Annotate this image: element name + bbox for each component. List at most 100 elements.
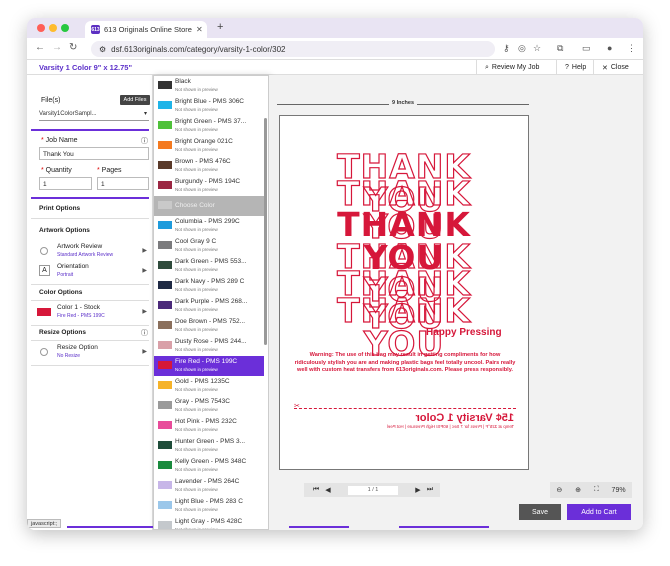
eye-off-icon[interactable]: ◎ (518, 43, 526, 54)
color-option-label: Doe Brown - PMS 752... (175, 318, 246, 325)
divider (31, 325, 149, 326)
color-value: Fire Red - PMS 199C (57, 313, 105, 319)
minimize-window-icon[interactable] (49, 24, 57, 32)
mirrored-label: 15¢ Varsity 1 Color Temp at 325°F | Pres… (360, 412, 514, 429)
profile-icon[interactable]: ● (607, 43, 612, 53)
color-swatch (158, 101, 172, 109)
file-select[interactable]: Varsity1ColorSampl... ▾ (39, 109, 149, 121)
orientation-label: Orientation (57, 263, 89, 270)
color-option-item[interactable]: Light Gray - PMS 428C Not shown in previe… (154, 516, 264, 530)
address-bar[interactable]: ⚙ dsf.613originals.com/category/varsity-… (91, 41, 495, 57)
divider (31, 340, 149, 341)
preview-note: Not shown in preview (175, 187, 218, 192)
color-option-item[interactable]: Dark Purple - PMS 268... Not shown in pre… (154, 296, 264, 316)
reload-icon[interactable]: ↻ (69, 42, 77, 53)
color-option-item[interactable]: Dark Green - PMS 553... Not shown in prev… (154, 256, 264, 276)
color-option-item[interactable]: Light Blue - PMS 283 C Not shown in previ… (154, 496, 264, 516)
color-option-item[interactable]: Fire Red - PMS 199C Not shown in preview (154, 356, 264, 376)
color-dropdown[interactable]: Black Not shown in preview Bright Blue - P… (153, 75, 269, 530)
chevron-down-icon: ▾ (143, 111, 147, 117)
preview-note: Not shown in preview (175, 327, 218, 332)
info-icon[interactable]: ⓘ (141, 136, 148, 146)
bookmark-star-icon[interactable]: ☆ (533, 43, 541, 54)
zoom-in-icon[interactable]: ⊕ (575, 486, 581, 494)
files-label: File(s) (41, 97, 61, 104)
color-option-item[interactable]: Black Not shown in preview (154, 76, 264, 96)
color-option-item[interactable]: Columbia - PMS 299C Not shown in preview (154, 216, 264, 236)
add-to-cart-button[interactable]: Add to Cart (567, 504, 631, 520)
maximize-window-icon[interactable] (61, 24, 69, 32)
color-option-item[interactable]: Kelly Green - PMS 348C Not shown in previ… (154, 456, 264, 476)
tab-close-icon[interactable]: ✕ (196, 25, 203, 34)
page-navigator: ⏮ ◀ 1 / 1 ▶ ⏭ (304, 483, 440, 497)
new-tab-icon[interactable]: + (217, 21, 223, 33)
color-option-item[interactable]: Doe Brown - PMS 752... Not shown in previ… (154, 316, 264, 336)
quantity-label: * Quantity (41, 167, 72, 174)
fit-screen-icon[interactable]: ⛶ (594, 486, 599, 494)
favicon-icon: 613 (91, 25, 100, 34)
info-icon[interactable]: ⓘ (141, 328, 148, 338)
color-option-item[interactable]: Choose Color (154, 196, 264, 216)
back-icon[interactable]: ← (35, 42, 45, 53)
sidebar-icon[interactable]: ▭ (582, 43, 591, 54)
artwork-review-label: Artwork Review (57, 243, 103, 250)
dropdown-scrollbar[interactable] (264, 118, 267, 345)
forward-icon[interactable]: → (52, 42, 62, 53)
extensions-icon[interactable]: ⧉ (557, 43, 563, 54)
color-option-item[interactable]: Dark Navy - PMS 289 C Not shown in previe… (154, 276, 264, 296)
zoom-out-icon[interactable]: ⊖ (556, 486, 562, 494)
color-option-item[interactable]: Lavender - PMS 264C Not shown in preview (154, 476, 264, 496)
color-option-label: Dark Navy - PMS 289 C (175, 278, 245, 285)
close-button[interactable]: ✕ Close (593, 60, 643, 75)
job-name-input[interactable]: Thank You (39, 147, 149, 160)
file-select-value: Varsity1ColorSampl... (39, 111, 97, 117)
color-option-item[interactable]: Bright Green - PMS 37... Not shown in pre… (154, 116, 264, 136)
color-option-item[interactable]: Hunter Green - PMS 3... Not shown in prev… (154, 436, 264, 456)
color-option-item[interactable]: Dusty Rose - PMS 244... Not shown in prev… (154, 336, 264, 356)
color-swatch (158, 341, 172, 349)
resize-label: Resize Option (57, 344, 98, 351)
color-option[interactable]: Color 1 - Stock Fire Red - PMS 199C ▶ (31, 303, 149, 323)
happy-pressing-text: Happy Pressing (426, 327, 502, 338)
color-option-item[interactable]: Hot Pink - PMS 232C Not shown in preview (154, 416, 264, 436)
preview-note: Not shown in preview (175, 427, 218, 432)
color-swatch (158, 161, 172, 169)
page-indicator[interactable]: 1 / 1 (348, 485, 398, 495)
color-option-item[interactable]: Brown - PMS 476C Not shown in preview (154, 156, 264, 176)
add-files-button[interactable]: Add Files (120, 95, 150, 105)
orientation-option[interactable]: A Orientation Portrait ▶ (31, 262, 149, 282)
artwork-review-option[interactable]: Artwork Review Standard Artwork Review ▶ (31, 242, 149, 262)
preview-note: Not shown in preview (175, 287, 218, 292)
color-option-item[interactable]: Cool Gray 9 C Not shown in preview (154, 236, 264, 256)
color-option-label: Kelly Green - PMS 348C (175, 458, 247, 465)
browser-tab[interactable]: 613 613 Originals Online Storefro ✕ (85, 21, 207, 38)
color-swatch (158, 281, 172, 289)
preview-note: Not shown in preview (175, 527, 218, 530)
resize-option[interactable]: Resize Option No Resize ▶ (31, 343, 149, 363)
resize-options-heading: Resize Options (39, 329, 86, 336)
next-page-icon[interactable]: ▶ (412, 486, 424, 494)
color-swatch (158, 201, 172, 209)
prev-page-icon[interactable]: ◀ (322, 486, 334, 494)
color-option-item[interactable]: Burgundy - PMS 194C Not shown in preview (154, 176, 264, 196)
close-window-icon[interactable] (37, 24, 45, 32)
save-button[interactable]: Save (519, 504, 561, 520)
help-button[interactable]: ? Help (556, 60, 593, 75)
menu-icon[interactable]: ⋮ (627, 43, 636, 54)
review-job-button[interactable]: ⌕ Review My Job (476, 60, 556, 75)
color-option-item[interactable]: Bright Blue - PMS 306C Not shown in previ… (154, 96, 264, 116)
quantity-input[interactable]: 1 (39, 177, 92, 190)
color-option-item[interactable]: Bright Orange 021C Not shown in preview (154, 136, 264, 156)
preview-note: Not shown in preview (175, 447, 218, 452)
color-option-item[interactable]: Gray - PMS 7543C Not shown in preview (154, 396, 264, 416)
last-page-icon[interactable]: ⏭ (424, 486, 436, 494)
color-option-item[interactable]: Gold - PMS 1235C Not shown in preview (154, 376, 264, 396)
first-page-icon[interactable]: ⏮ (310, 486, 322, 494)
artwork-options-heading: Artwork Options (39, 227, 90, 234)
key-icon[interactable]: ⚷ (503, 43, 510, 54)
divider (31, 218, 149, 219)
pages-input[interactable]: 1 (97, 177, 149, 190)
color-option-label: Black (175, 78, 191, 85)
site-info-icon[interactable]: ⚙ (99, 45, 106, 54)
divider (31, 284, 149, 285)
